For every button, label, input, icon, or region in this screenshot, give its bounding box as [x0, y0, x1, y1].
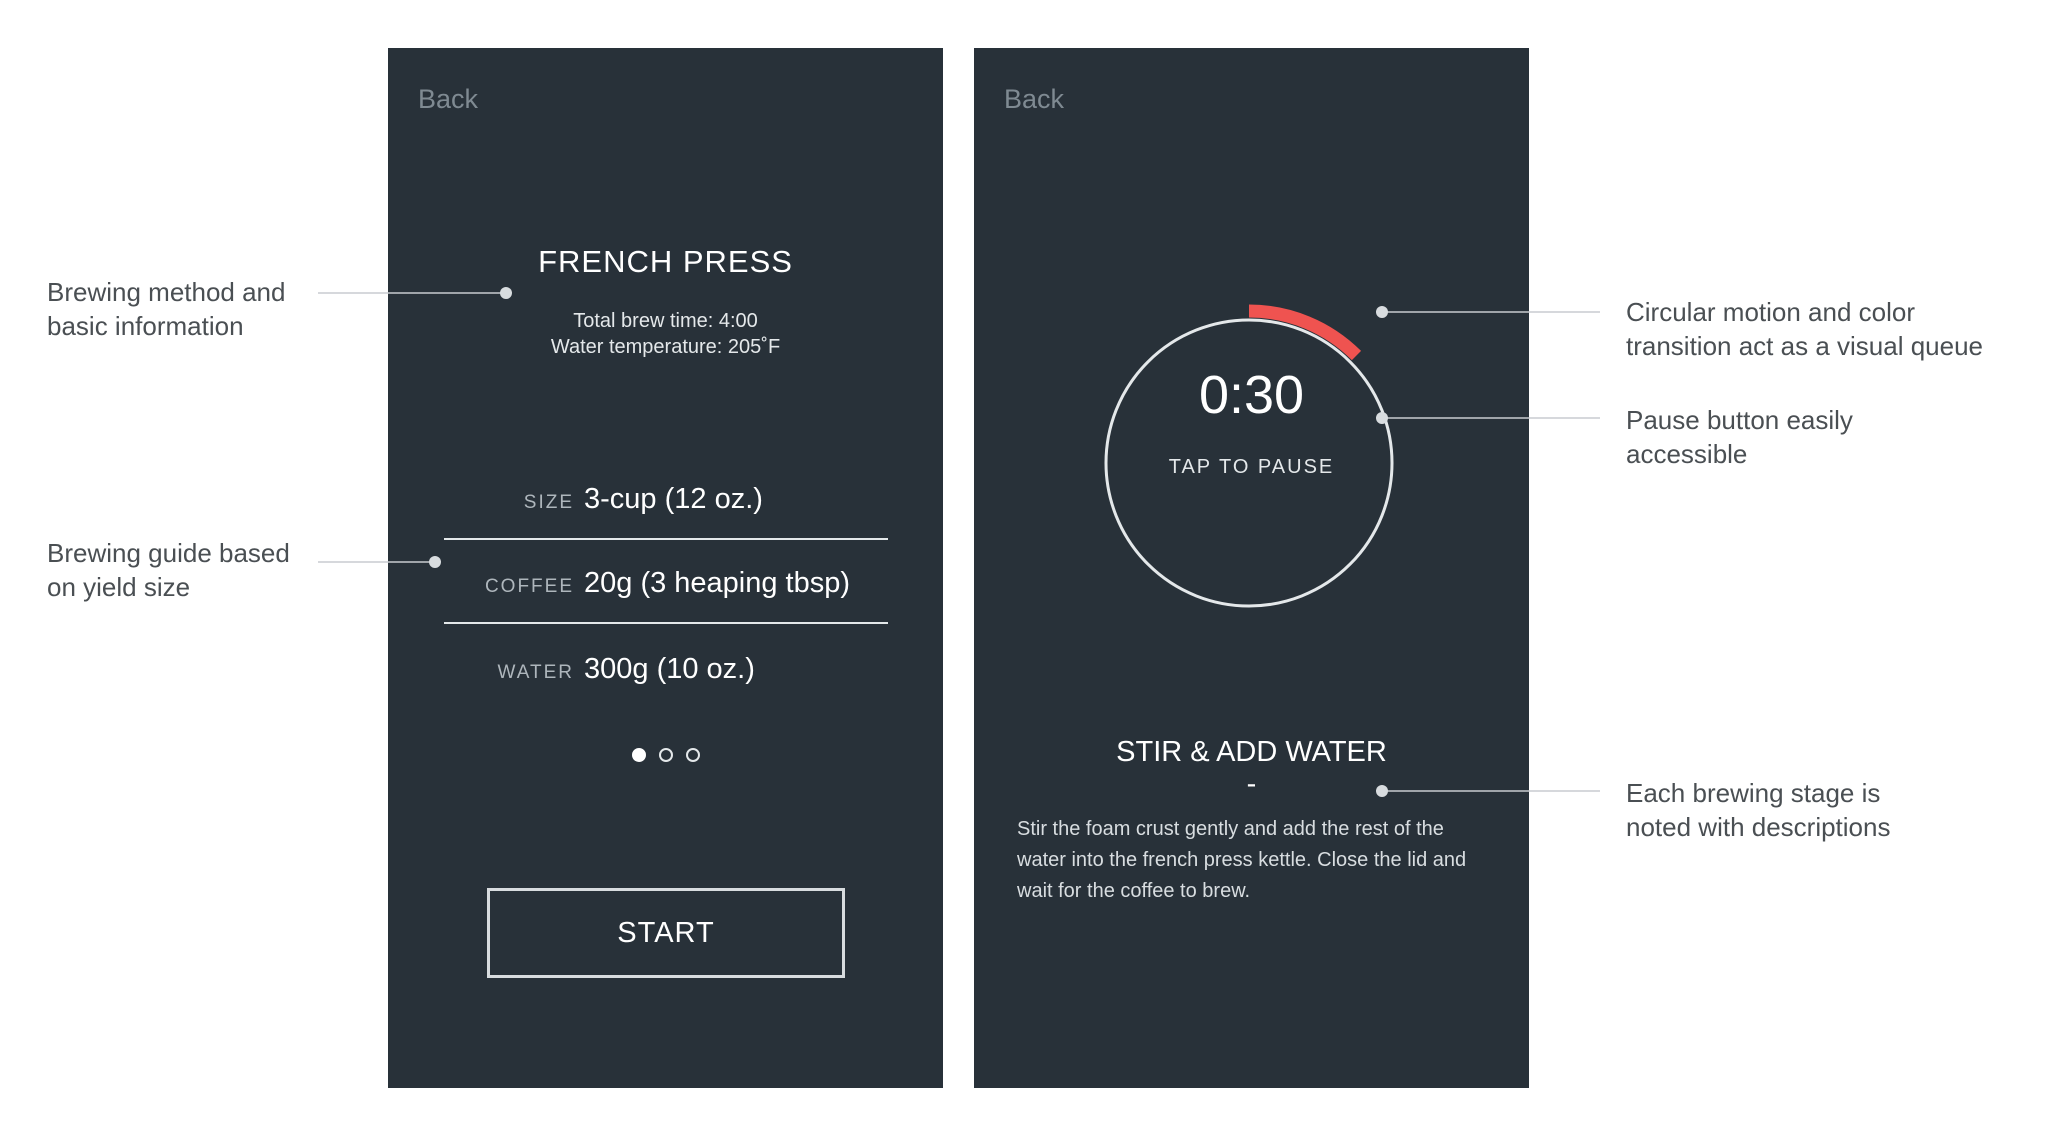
annotation-stage-line2: noted with descriptions [1626, 812, 1891, 842]
annotation-method: Brewing method and basic information [47, 275, 285, 343]
leader-dot-circular [1376, 306, 1388, 318]
leader-dot-pause [1376, 412, 1388, 424]
annotation-stage-line1: Each brewing stage is [1626, 778, 1881, 808]
annotation-leaders [318, 287, 1600, 797]
annotation-pause-line1: Pause button easily [1626, 405, 1853, 435]
annotation-method-line2: basic information [47, 311, 244, 341]
leader-dot-stage [1376, 785, 1388, 797]
leader-dot-method [500, 287, 512, 299]
annotation-circular: Circular motion and color transition act… [1626, 295, 1983, 363]
annotation-stage: Each brewing stage is noted with descrip… [1626, 776, 1890, 844]
annotation-circular-line1: Circular motion and color [1626, 297, 1916, 327]
annotation-circular-line2: transition act as a visual queue [1626, 331, 1983, 361]
annotation-method-line1: Brewing method and [47, 277, 286, 307]
annotation-guide-line1: Brewing guide based [47, 538, 290, 568]
annotation-guide: Brewing guide based on yield size [47, 536, 290, 604]
annotation-pause-line2: accessible [1626, 439, 1748, 469]
annotation-pause: Pause button easily accessible [1626, 403, 1853, 471]
leader-dot-guide [429, 556, 441, 568]
annotation-guide-line2: on yield size [47, 572, 191, 602]
